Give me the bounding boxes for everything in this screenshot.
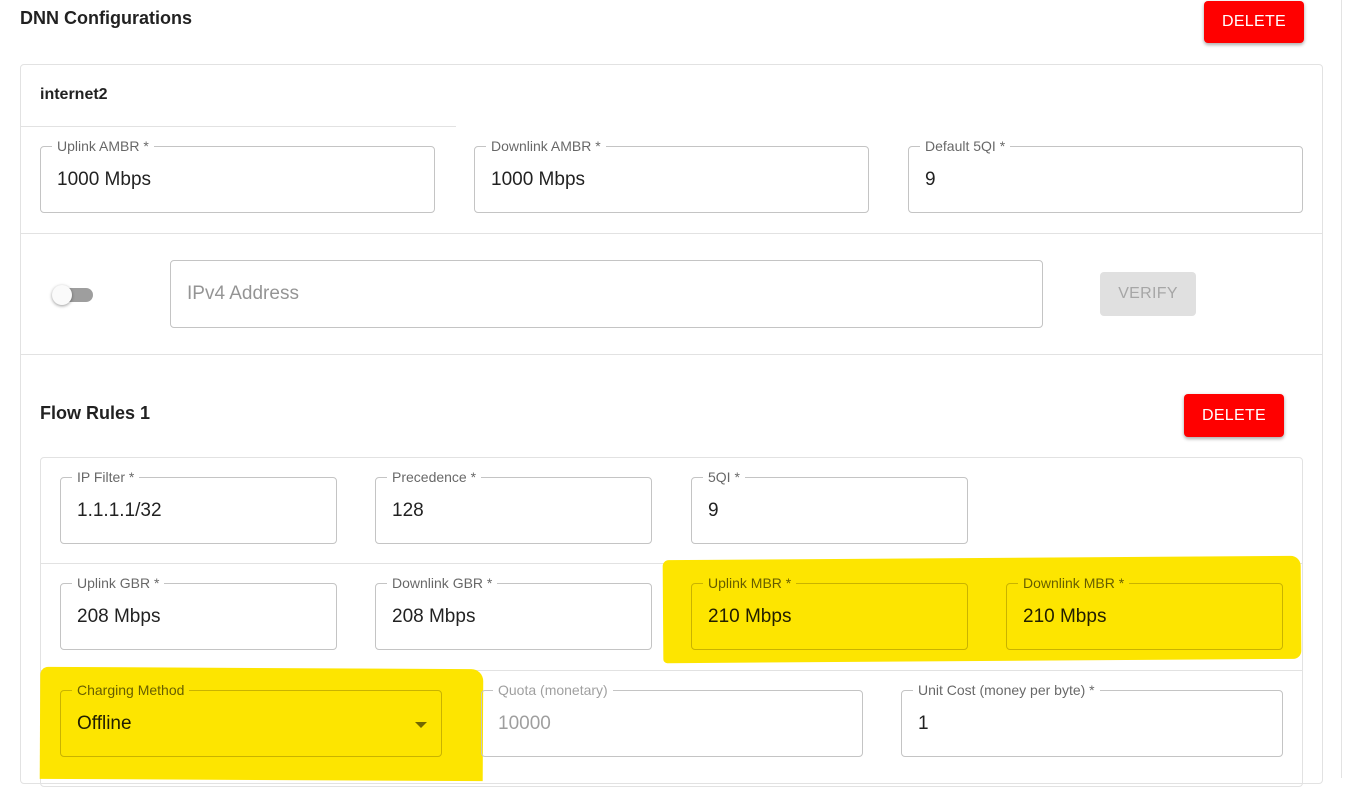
page-title: DNN Configurations xyxy=(20,8,192,28)
page-divider xyxy=(1341,0,1342,778)
verify-button[interactable]: VERIFY xyxy=(1100,272,1196,316)
downlink-ambr-value: 1000 Mbps xyxy=(491,168,586,190)
unit-cost-value: 1 xyxy=(918,712,929,734)
default-5qi-value: 9 xyxy=(925,168,936,190)
section-divider xyxy=(21,354,1322,355)
5qi-value: 9 xyxy=(708,499,719,521)
uplink-mbr-field[interactable]: Uplink MBR * 210 Mbps xyxy=(691,575,968,650)
quota-field: Quota (monetary) 10000 xyxy=(481,682,863,757)
ip-filter-field[interactable]: IP Filter * 1.1.1.1/32 xyxy=(60,469,337,544)
downlink-mbr-value: 210 Mbps xyxy=(1023,605,1107,627)
quota-value: 10000 xyxy=(498,712,551,734)
uplink-gbr-field[interactable]: Uplink GBR * 208 Mbps xyxy=(60,575,337,650)
downlink-gbr-field[interactable]: Downlink GBR * 208 Mbps xyxy=(375,575,652,650)
uplink-ambr-value: 1000 Mbps xyxy=(57,168,152,190)
delete-flow-rule-button[interactable]: DELETE xyxy=(1184,394,1284,437)
section-divider xyxy=(21,233,1322,234)
ipv4-address-placeholder: IPv4 Address xyxy=(187,283,299,304)
caret-down-icon[interactable] xyxy=(415,722,427,728)
5qi-field[interactable]: 5QI * 9 xyxy=(691,469,968,544)
default-5qi-field[interactable]: Default 5QI * 9 xyxy=(908,138,1303,213)
ipv4-address-input[interactable]: IPv4 Address xyxy=(170,260,1043,328)
precedence-field[interactable]: Precedence * 128 xyxy=(375,469,652,544)
uplink-ambr-field[interactable]: Uplink AMBR * 1000 Mbps xyxy=(40,138,435,213)
toggle-thumb xyxy=(52,285,72,305)
unit-cost-field[interactable]: Unit Cost (money per byte) * 1 xyxy=(901,682,1283,757)
precedence-value: 128 xyxy=(392,499,424,521)
charging-method-value: Offline xyxy=(77,712,132,734)
delete-dnn-button[interactable]: DELETE xyxy=(1204,1,1304,43)
uplink-mbr-value: 210 Mbps xyxy=(708,605,792,627)
dnn-name-divider xyxy=(21,126,456,127)
ip-filter-value: 1.1.1.1/32 xyxy=(77,499,162,521)
static-ip-toggle[interactable] xyxy=(52,283,96,307)
uplink-gbr-value: 208 Mbps xyxy=(77,605,161,627)
downlink-ambr-field[interactable]: Downlink AMBR * 1000 Mbps xyxy=(474,138,869,213)
charging-method-select[interactable]: Charging Method Offline xyxy=(60,682,442,757)
downlink-mbr-field[interactable]: Downlink MBR * 210 Mbps xyxy=(1006,575,1283,650)
downlink-gbr-value: 208 Mbps xyxy=(392,605,476,627)
unit-cost-label: Unit Cost (money per byte) * xyxy=(913,682,1100,699)
dnn-name: internet2 xyxy=(40,86,108,103)
flow-rules-title: Flow Rules 1 xyxy=(40,403,151,423)
